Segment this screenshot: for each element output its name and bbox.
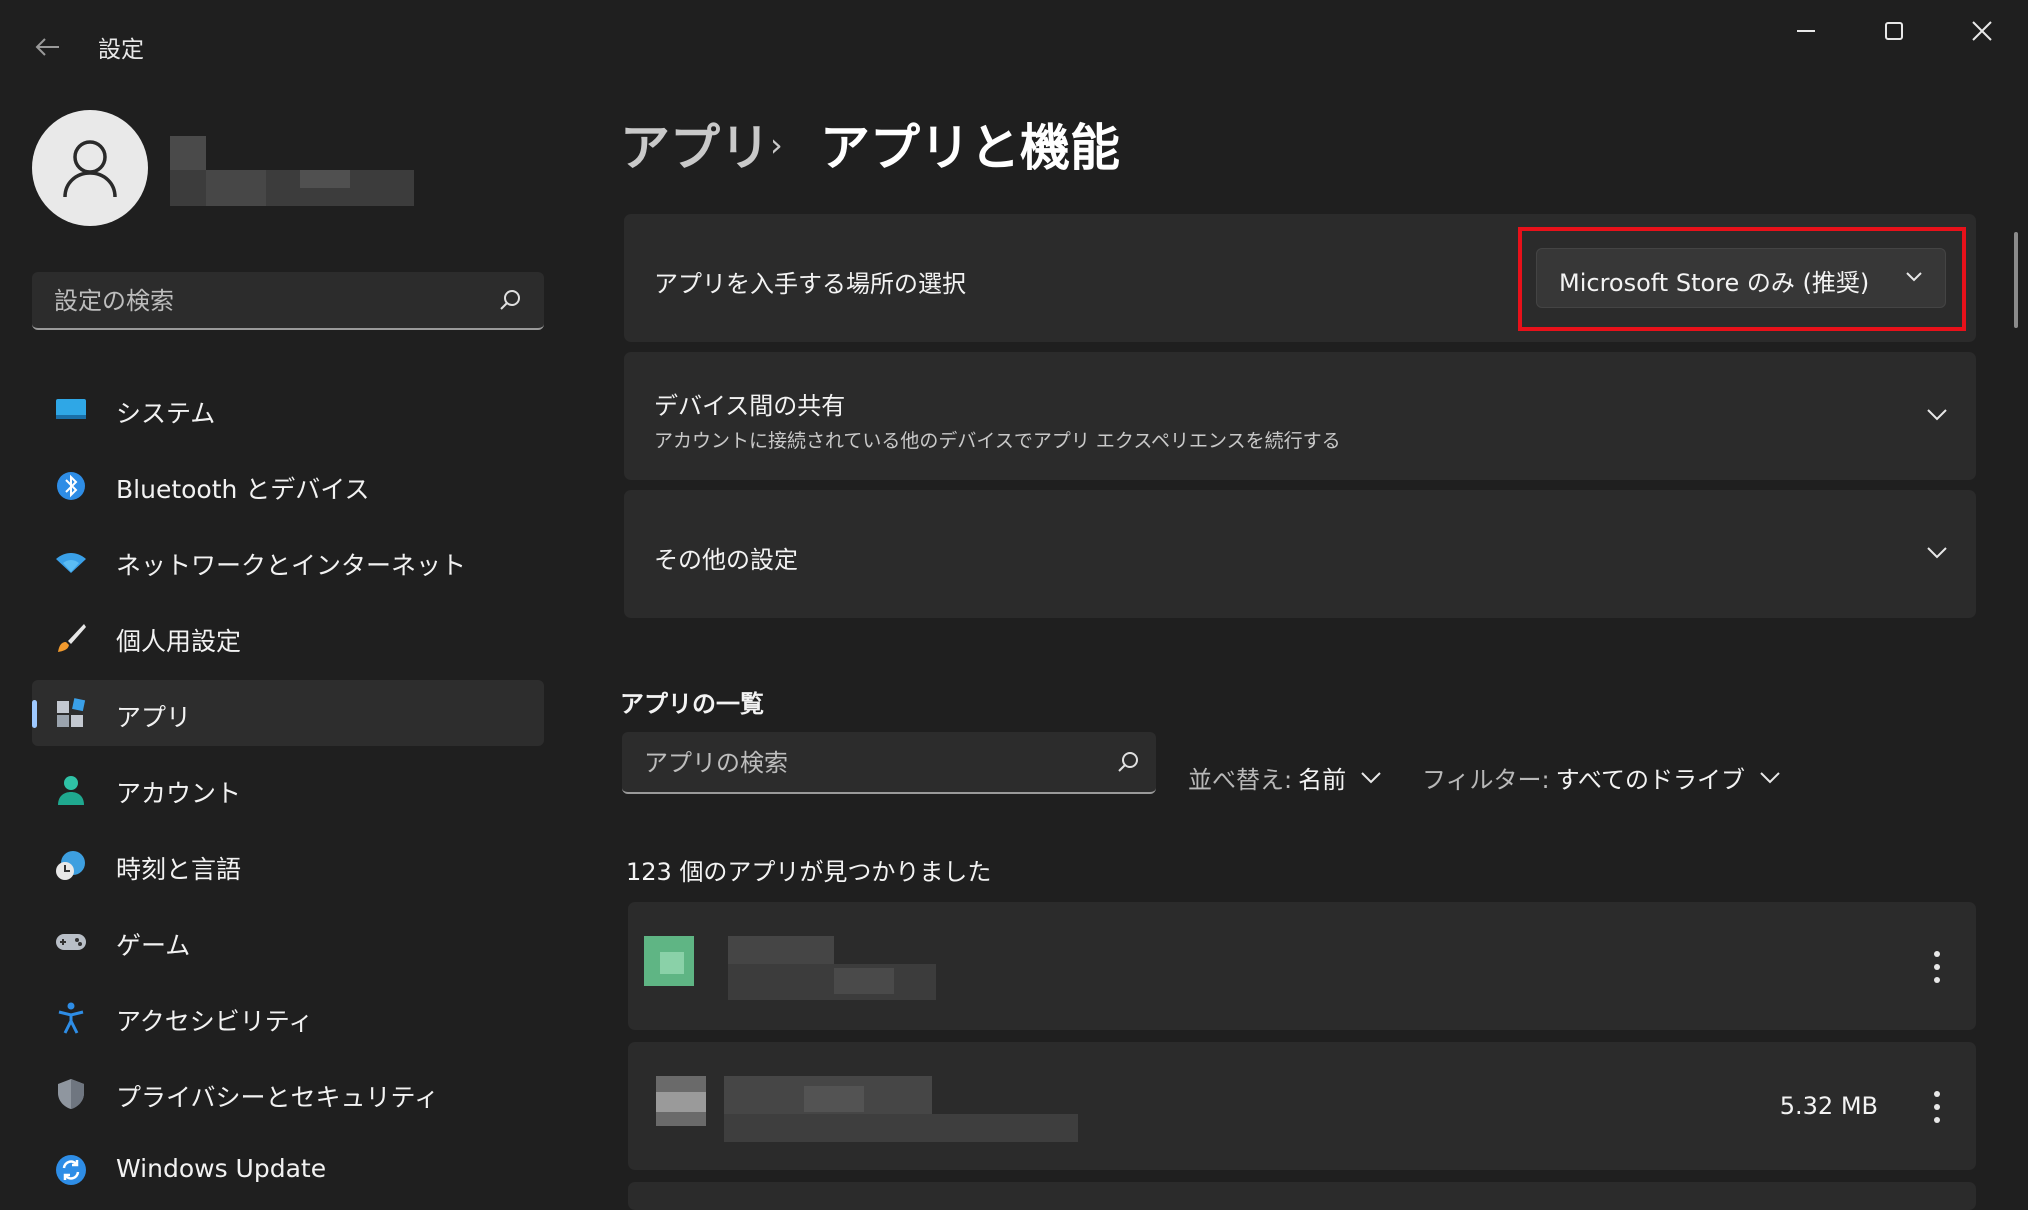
more-options-icon[interactable] bbox=[1932, 1090, 1942, 1124]
sort-value: 名前 bbox=[1298, 766, 1347, 794]
sidebar-item-accessibility[interactable]: アクセシビリティ bbox=[32, 984, 544, 1050]
back-button[interactable] bbox=[22, 24, 74, 70]
sidebar-item-label: アプリ bbox=[116, 703, 192, 732]
sidebar-item-accounts[interactable]: アカウント bbox=[32, 756, 544, 822]
sidebar-item-label: プライバシーとセキュリティ bbox=[116, 1083, 440, 1112]
maximize-button[interactable] bbox=[1850, 0, 1938, 62]
apps-found-count: 123 個のアプリが見つかりました bbox=[626, 858, 992, 886]
sidebar-item-gaming[interactable]: ゲーム bbox=[32, 908, 544, 974]
scrollbar[interactable] bbox=[2014, 232, 2018, 328]
filter-value: すべてのドライブ bbox=[1555, 766, 1745, 794]
chevron-down-icon bbox=[1760, 771, 1780, 783]
page-title: アプリと機能 bbox=[820, 119, 1120, 177]
sidebar-item-system[interactable]: システム bbox=[32, 376, 544, 442]
app-list-item[interactable] bbox=[628, 1182, 1976, 1210]
sidebar-item-apps[interactable]: アプリ bbox=[32, 680, 544, 746]
breadcrumb-separator: › bbox=[770, 126, 783, 164]
sidebar-item-windows-update[interactable]: Windows Update bbox=[32, 1136, 544, 1202]
sidebar-item-label: アカウント bbox=[116, 779, 242, 808]
title-bar: 設定 bbox=[0, 0, 2028, 63]
breadcrumb-parent[interactable]: アプリ bbox=[620, 108, 770, 180]
sidebar-item-network[interactable]: ネットワークとインターネット bbox=[32, 528, 544, 594]
share-across-devices-subtitle: アカウントに接続されている他のデバイスでアプリ エクスペリエンスを続行する bbox=[654, 430, 1341, 452]
more-settings-title: その他の設定 bbox=[654, 546, 798, 574]
sidebar-item-label: ネットワークとインターネット bbox=[116, 551, 467, 580]
share-across-devices-title: デバイス間の共有 bbox=[654, 392, 846, 420]
more-options-icon[interactable] bbox=[1932, 950, 1942, 984]
install-source-title: アプリを入手する場所の選択 bbox=[654, 270, 966, 298]
chevron-down-icon[interactable] bbox=[1926, 408, 1948, 422]
sidebar-item-label: アクセシビリティ bbox=[116, 1007, 314, 1036]
minimize-button[interactable] bbox=[1762, 0, 1850, 62]
highlight-box bbox=[1518, 227, 1966, 331]
sidebar-item-label: ゲーム bbox=[116, 931, 191, 960]
more-settings-card[interactable]: その他の設定 bbox=[624, 490, 1976, 618]
filter-dropdown[interactable]: フィルター: すべてのドライブ bbox=[1422, 760, 1781, 795]
sidebar-item-personalization[interactable]: 個人用設定 bbox=[32, 604, 544, 670]
share-across-devices-card[interactable]: デバイス間の共有 アカウントに接続されている他のデバイスでアプリ エクスペリエン… bbox=[624, 352, 1976, 480]
app-name-redacted bbox=[728, 936, 834, 964]
paintbrush-icon bbox=[58, 624, 86, 652]
chevron-down-icon bbox=[1361, 771, 1381, 783]
accessibility-icon bbox=[58, 1002, 84, 1034]
app-search-box[interactable] bbox=[622, 732, 1156, 794]
apps-icon bbox=[57, 698, 86, 727]
shield-icon bbox=[58, 1079, 84, 1109]
app-title: 設定 bbox=[98, 37, 144, 63]
display-icon bbox=[56, 399, 86, 419]
profile-name-redacted bbox=[170, 136, 414, 206]
maximize-icon bbox=[1885, 22, 1903, 40]
app-list-item[interactable] bbox=[628, 902, 1976, 1030]
settings-search-input[interactable] bbox=[52, 280, 486, 322]
sidebar-item-privacy[interactable]: プライバシーとセキュリティ bbox=[32, 1060, 544, 1126]
gamepad-icon bbox=[56, 934, 86, 950]
minimize-icon bbox=[1797, 30, 1815, 32]
app-list-heading: アプリの一覧 bbox=[620, 690, 764, 718]
bluetooth-icon bbox=[57, 472, 85, 500]
close-button[interactable] bbox=[1938, 0, 2026, 62]
settings-search-box[interactable] bbox=[32, 272, 544, 330]
person-icon bbox=[58, 776, 84, 805]
search-icon[interactable] bbox=[498, 288, 522, 312]
sort-dropdown[interactable]: 並べ替え: 名前 bbox=[1188, 760, 1382, 795]
search-icon[interactable] bbox=[1116, 750, 1140, 774]
sidebar-item-label: 時刻と言語 bbox=[116, 855, 242, 884]
sidebar-item-time-language[interactable]: 時刻と言語 bbox=[32, 832, 544, 898]
sidebar-item-bluetooth[interactable]: Bluetooth とデバイス bbox=[32, 452, 544, 518]
sidebar-item-label: Windows Update bbox=[116, 1154, 327, 1183]
refresh-icon bbox=[56, 1155, 86, 1185]
sidebar-item-label: 個人用設定 bbox=[116, 627, 242, 656]
selection-indicator bbox=[32, 700, 37, 728]
globe-clock-icon bbox=[56, 851, 85, 880]
chevron-down-icon[interactable] bbox=[1926, 546, 1948, 560]
back-arrow-icon bbox=[35, 38, 59, 56]
close-icon bbox=[1972, 21, 1992, 41]
sort-label: 並べ替え: bbox=[1188, 766, 1293, 794]
app-search-input[interactable] bbox=[642, 742, 1086, 784]
wifi-icon bbox=[56, 553, 86, 573]
user-icon bbox=[63, 140, 117, 198]
avatar[interactable] bbox=[32, 110, 148, 226]
filter-label: フィルター: bbox=[1422, 766, 1550, 794]
sidebar-item-label: Bluetooth とデバイス bbox=[116, 475, 370, 504]
app-size: 5.32 MB bbox=[1779, 1092, 1878, 1120]
sidebar-item-label: システム bbox=[116, 399, 216, 428]
app-list-item[interactable]: 5.32 MB bbox=[628, 1042, 1976, 1170]
